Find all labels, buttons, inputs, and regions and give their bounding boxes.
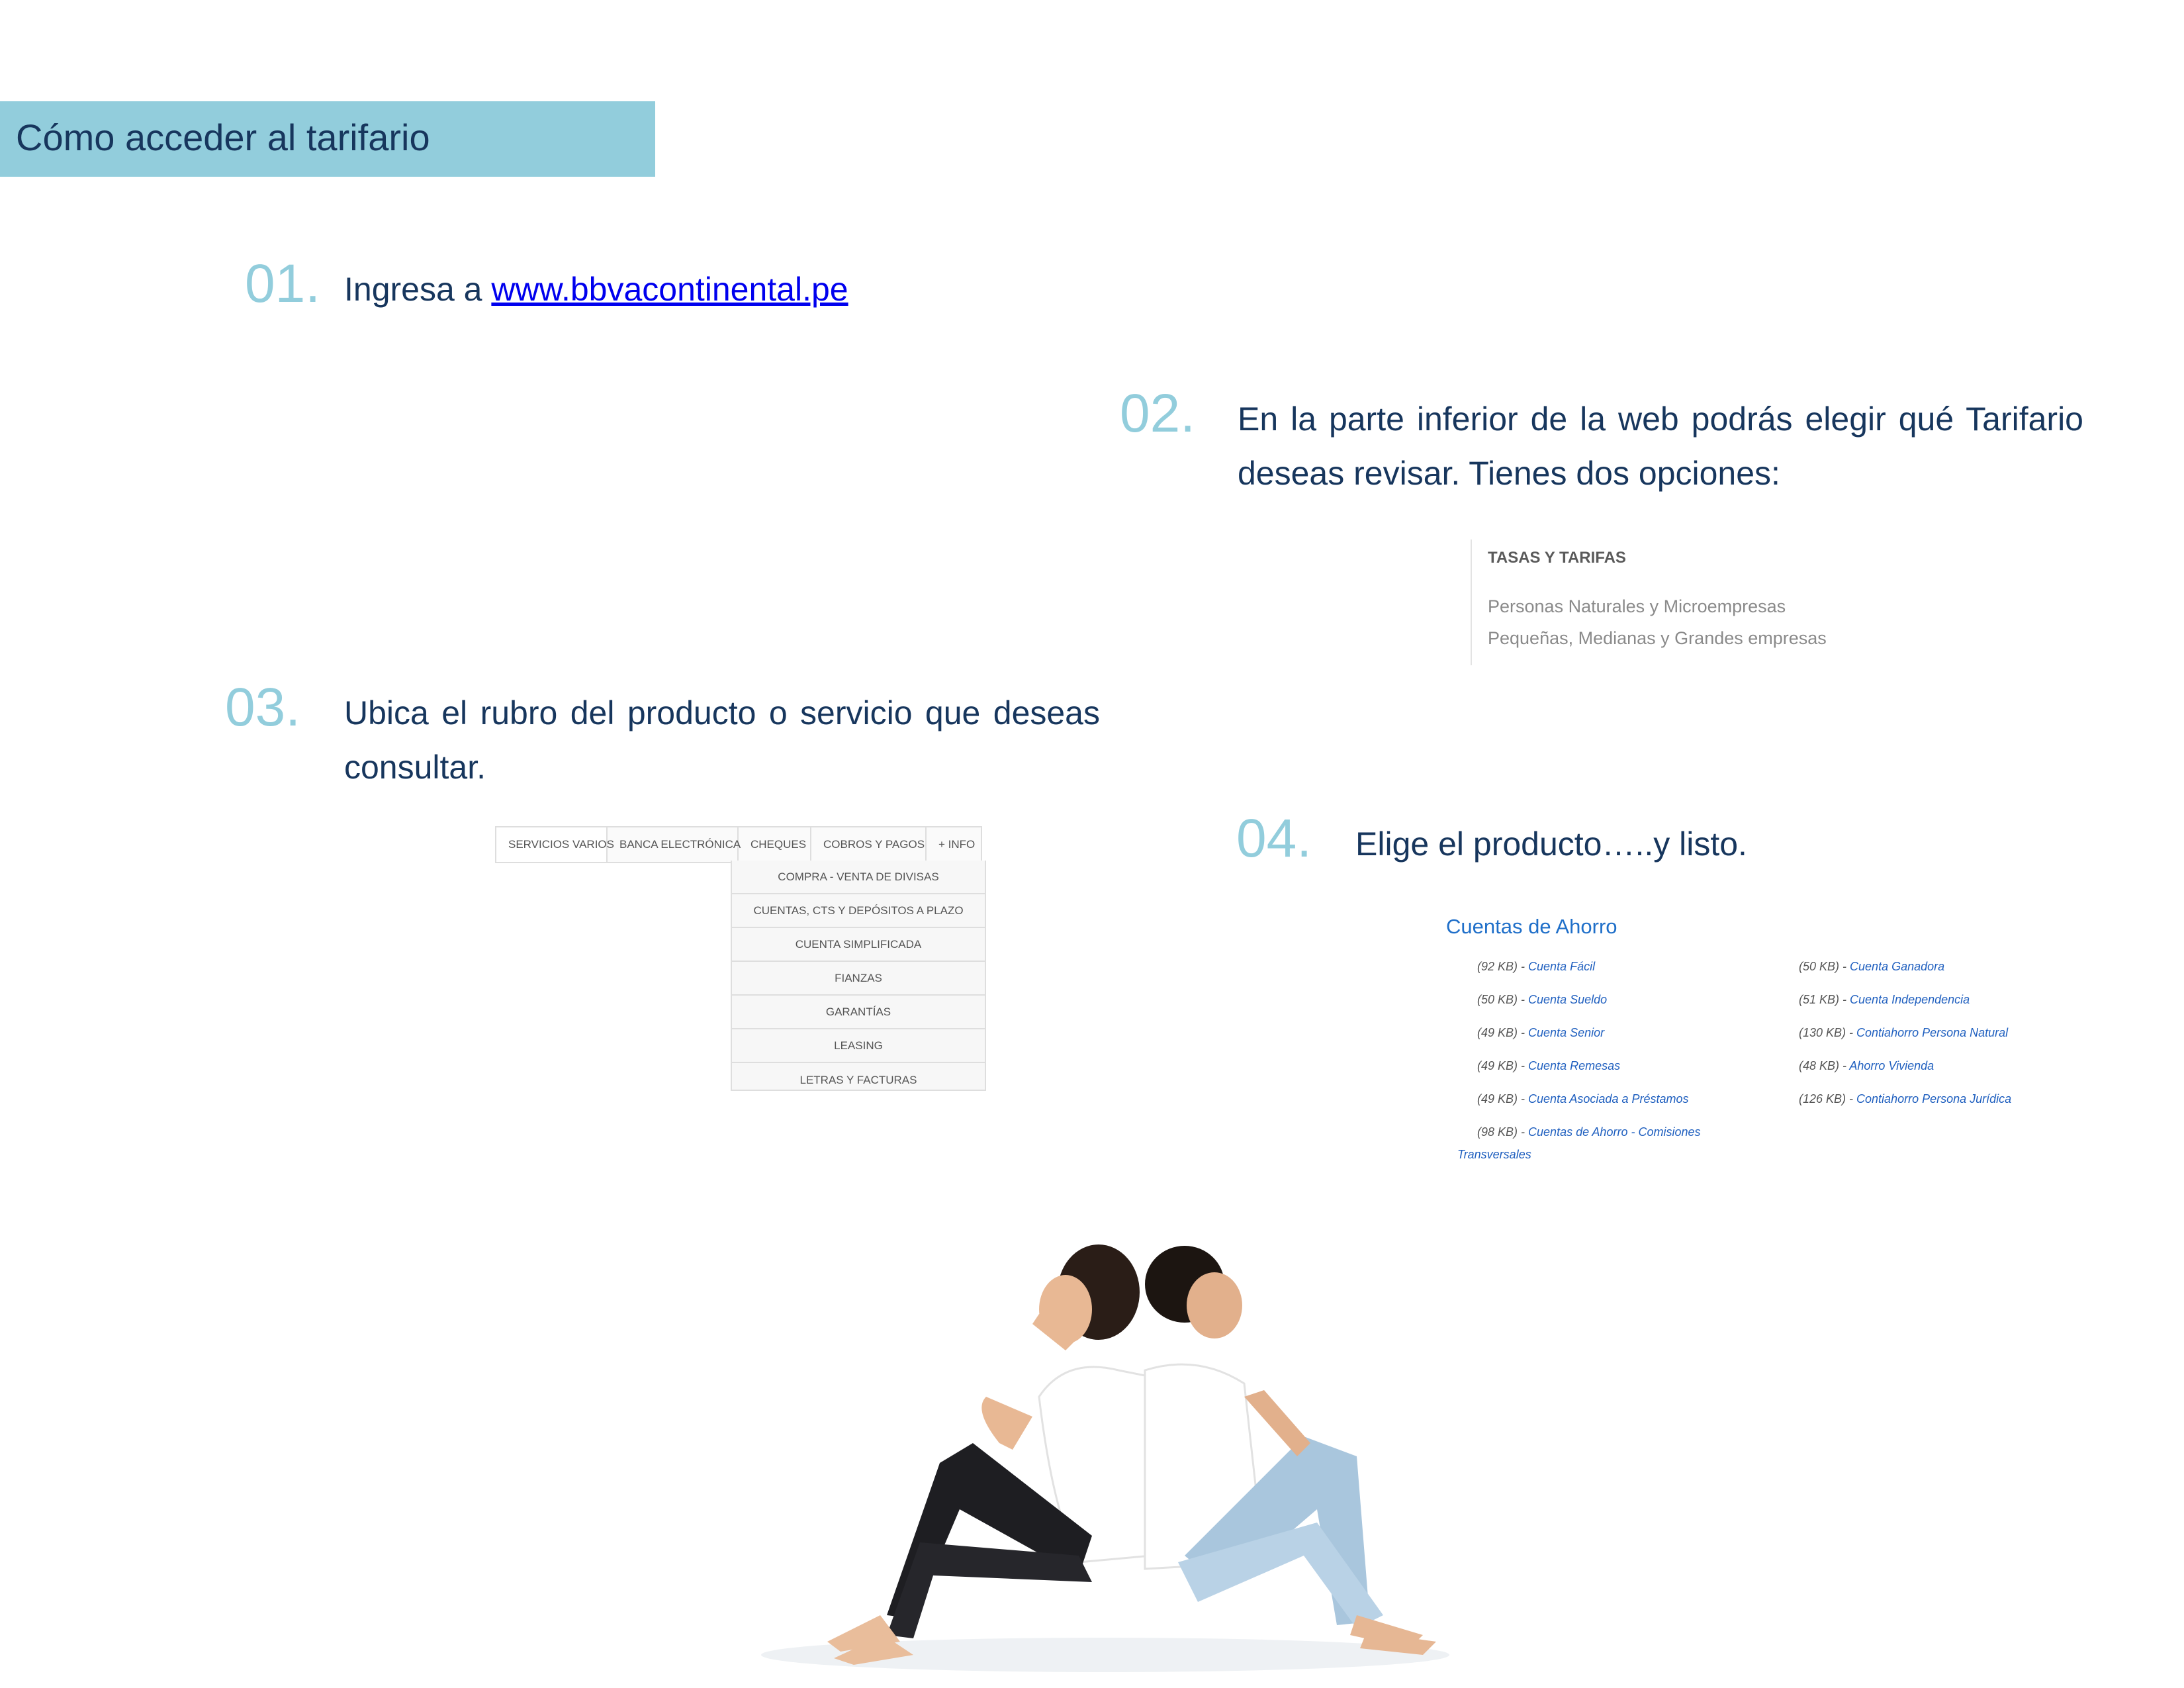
rates-option-personas[interactable]: Personas Naturales y Microempresas [1488, 596, 1786, 617]
step-number-02: 02. [1120, 383, 1195, 444]
savings-link-item[interactable]: (49 KB) - Cuenta Asociada a Préstamos [1477, 1092, 1689, 1106]
rates-menu-screenshot: TASAS Y TARIFAS Personas Naturales y Mic… [1471, 539, 1869, 665]
dropdown-item[interactable]: LETRAS Y FACTURAS [731, 1063, 986, 1091]
savings-link-item[interactable]: (50 KB) - Cuenta Sueldo [1477, 993, 1607, 1007]
category-tabs: SERVICIOS VARIOS BANCA ELECTRÓNICA CHEQU… [495, 826, 982, 863]
tab-banca-electronica[interactable]: BANCA ELECTRÓNICA [608, 827, 741, 862]
rates-menu-title: TASAS Y TARIFAS [1488, 549, 1626, 567]
dropdown-item[interactable]: LEASING [731, 1029, 986, 1063]
section-header: Cómo acceder al tarifario [0, 101, 655, 177]
man-figure [1144, 1246, 1436, 1655]
tab-mas-info[interactable]: + INFO [927, 827, 981, 862]
step-04-text: Elige el producto…..y listo. [1355, 825, 1747, 863]
savings-link-item[interactable]: (49 KB) - Cuenta Remesas [1477, 1059, 1620, 1073]
step-02-text: En la parte inferior de la web podrás el… [1238, 400, 2083, 492]
savings-link-item[interactable]: (126 KB) - Contiahorro Persona Jurídica [1799, 1092, 2011, 1106]
step-number-04: 04. [1236, 808, 1312, 868]
step-01-label: Ingresa a [344, 271, 492, 308]
savings-link-item-continued[interactable]: Transversales [1457, 1144, 1531, 1165]
dropdown-item[interactable]: CUENTAS, CTS Y DEPÓSITOS A PLAZO [731, 894, 986, 928]
woman-figure [827, 1244, 1153, 1665]
step-number-01: 01. [245, 254, 320, 314]
step-number-03: 03. [225, 677, 300, 737]
savings-link-item[interactable]: (92 KB) - Cuenta Fácil [1477, 960, 1595, 974]
dropdown-item[interactable]: FIANZAS [731, 962, 986, 996]
savings-link-item[interactable]: (48 KB) - Ahorro Vivienda [1799, 1059, 1934, 1073]
tab-cobros-pagos[interactable]: COBROS Y PAGOS [811, 827, 927, 862]
savings-link-item[interactable]: (49 KB) - Cuenta Senior [1477, 1026, 1604, 1040]
people-sitting-illustration [761, 1244, 1449, 1672]
dropdown-item[interactable]: COMPRA - VENTA DE DIVISAS [731, 861, 986, 894]
dropdown-item[interactable]: GARANTÍAS [731, 996, 986, 1029]
rates-option-empresas[interactable]: Pequeñas, Medianas y Grandes empresas [1488, 628, 1827, 649]
tab-servicios-varios[interactable]: SERVICIOS VARIOS [496, 827, 614, 862]
step-01-text: Ingresa a www.bbvacontinental.pe [344, 262, 848, 316]
tab-cheques[interactable]: CHEQUES [739, 827, 811, 862]
savings-link-item[interactable]: (51 KB) - Cuenta Independencia [1799, 993, 1970, 1007]
step-03-text: Ubica el rubro del producto o servicio q… [344, 694, 1100, 786]
savings-link-item[interactable]: (50 KB) - Cuenta Ganadora [1799, 960, 1944, 974]
dropdown-item[interactable]: CUENTA SIMPLIFICADA [731, 928, 986, 962]
category-dropdown: COMPRA - VENTA DE DIVISAS CUENTAS, CTS Y… [731, 861, 986, 1091]
section-title: Cómo acceder al tarifario [16, 117, 430, 158]
website-link[interactable]: www.bbvacontinental.pe [491, 271, 848, 308]
savings-title: Cuentas de Ahorro [1446, 915, 1617, 938]
savings-link-item[interactable]: (98 KB) - Cuentas de Ahorro - Comisiones [1477, 1125, 1701, 1139]
savings-link-item[interactable]: (130 KB) - Contiahorro Persona Natural [1799, 1026, 2008, 1040]
